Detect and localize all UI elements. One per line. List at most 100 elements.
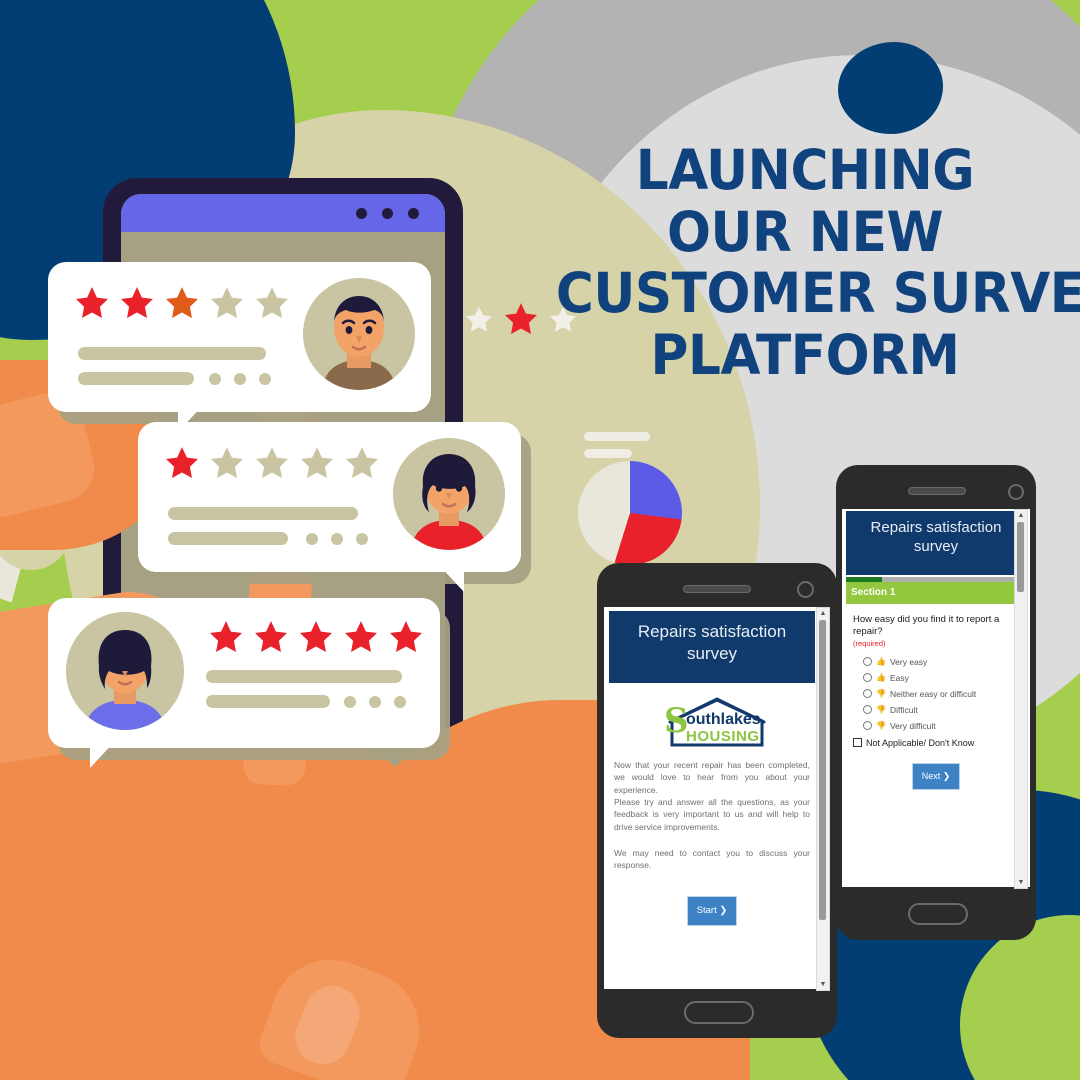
star-icon-empty [211, 447, 243, 479]
dot [306, 533, 318, 545]
dot [344, 696, 356, 708]
start-button[interactable]: Start ❯ [687, 895, 737, 926]
survey-body-right: How easy did you find it to report a rep… [846, 604, 1026, 884]
thumbs-down-icon: 👎 [876, 721, 886, 731]
review-text-bar-2a [168, 507, 358, 520]
star-icon-empty [301, 447, 333, 479]
review-card-3[interactable] [48, 598, 440, 748]
next-button[interactable]: Next ❯ [912, 762, 960, 790]
scroll-down-arrow-icon[interactable]: ▼ [1017, 879, 1025, 886]
phone-camera-icon [1008, 484, 1024, 500]
star-icon-filled [166, 287, 198, 319]
survey-intro-paragraph-1: Now that your recent repair has been com… [614, 760, 810, 795]
avatar-woman-bob-icon [66, 612, 184, 730]
radio-icon[interactable] [863, 657, 872, 667]
logo-word-outhlakes: outhlakes [686, 711, 761, 728]
star-icon-filled [210, 621, 242, 653]
dot [259, 373, 271, 385]
phone-home-button[interactable] [684, 1001, 754, 1024]
avatar-man [303, 278, 415, 390]
survey-option-very-difficult[interactable]: 👎 Very difficult [863, 721, 1019, 731]
star-icon-filled [76, 287, 108, 319]
dot [209, 373, 221, 385]
review-card-2[interactable] [138, 422, 521, 572]
checkbox-icon[interactable] [853, 738, 862, 748]
radio-icon[interactable] [863, 705, 872, 715]
survey-required-label: (required) [853, 638, 886, 648]
review-dots-1 [209, 373, 271, 385]
rating-stars-2 [162, 444, 382, 482]
dot [234, 373, 246, 385]
avatar-man-icon [303, 278, 415, 390]
dot [331, 533, 343, 545]
review-text-bar-3b [206, 695, 330, 708]
thumbs-up-icon: 👍 [876, 657, 886, 667]
center-phone-mockup: Repairs satisfaction survey S outhlakes … [597, 563, 837, 1038]
survey-question: How easy did you find it to report a rep… [853, 614, 1000, 637]
logo-letter-s: S [664, 701, 689, 741]
right-phone-screen: Repairs satisfaction survey Section 1 Ho… [842, 509, 1030, 889]
right-phone-mockup: Repairs satisfaction survey Section 1 Ho… [836, 465, 1036, 940]
star-icon-filled [390, 621, 422, 653]
survey-section-label: Section 1 [846, 582, 1026, 604]
survey-option-label: Very easy [889, 656, 928, 667]
headline-line-3: CUSTOMER SURVEY [555, 261, 1080, 326]
survey-checkbox-label: Not Applicable/ Don't Know [866, 737, 975, 748]
review-text-bar-1a [78, 347, 266, 360]
survey-option-very-easy[interactable]: 👍 Very easy [863, 657, 1019, 667]
center-phone-screen: Repairs satisfaction survey S outhlakes … [604, 607, 830, 991]
scroll-thumb[interactable] [1017, 522, 1024, 592]
center-phone-scrollbar[interactable]: ▲ ▼ [816, 607, 830, 991]
scroll-thumb[interactable] [819, 620, 826, 920]
survey-title-line1-right: Repairs satisfaction [870, 519, 1002, 536]
star-icon-white [465, 306, 493, 332]
star-icon-filled [255, 621, 287, 653]
survey-header-right: Repairs satisfaction survey [846, 511, 1026, 575]
phone-home-button[interactable] [908, 903, 968, 925]
star-icon-empty [211, 287, 243, 319]
survey-intro-paragraph-2: Please try and answer all the questions,… [614, 796, 810, 832]
page-title: LAUNCHING OUR NEW CUSTOMER SURVEY PLATFO… [540, 139, 1080, 387]
survey-option-label: Neither easy or difficult [889, 688, 977, 699]
dot [356, 533, 368, 545]
star-icon-filled [345, 621, 377, 653]
southlakes-housing-logo: S outhlakes HOUSING [662, 695, 772, 751]
survey-title-line1-center: Repairs satisfaction [637, 622, 787, 641]
survey-title-line2-center: survey [686, 644, 738, 664]
survey-option-difficult[interactable]: 👎 Difficult [863, 705, 1019, 715]
headline-line-2: OUR NEW [666, 199, 944, 264]
scroll-up-arrow-icon[interactable]: ▲ [1017, 512, 1025, 519]
review-card-1[interactable] [48, 262, 431, 412]
survey-option-not-applicable[interactable]: Not Applicable/ Don't Know [853, 738, 1019, 748]
review-text-bar-3a [206, 670, 402, 683]
star-icon-empty [256, 287, 288, 319]
survey-intro-paragraph-3: We may need to contact you to discuss yo… [614, 847, 810, 871]
scroll-down-arrow-icon[interactable]: ▼ [819, 981, 827, 988]
review-dots-3 [344, 696, 406, 708]
star-icon-filled [166, 447, 198, 479]
phone-camera-icon [797, 581, 814, 598]
review-card-3-tail [90, 740, 116, 768]
rating-stars-3 [206, 618, 426, 656]
star-icon-empty [346, 447, 378, 479]
survey-header-center: Repairs satisfaction survey [609, 611, 815, 683]
radio-icon[interactable] [863, 721, 872, 731]
star-icon-red [505, 303, 537, 335]
review-text-bar-1b [78, 372, 194, 385]
headline-line-4: PLATFORM [650, 322, 960, 387]
thumbs-up-icon: 👍 [876, 673, 886, 683]
thumbs-down-icon: 👎 [876, 689, 886, 699]
radio-icon[interactable] [863, 673, 872, 683]
phone-speaker [908, 487, 966, 495]
avatar-woman-curly-icon [393, 438, 505, 550]
survey-option-label: Very difficult [889, 720, 936, 731]
radio-icon[interactable] [863, 689, 872, 699]
right-phone-scrollbar[interactable]: ▲ ▼ [1014, 509, 1028, 889]
review-dots-2 [306, 533, 368, 545]
survey-title-line2-right: survey [913, 537, 959, 555]
review-text-bar-2b [168, 532, 288, 545]
survey-option-neither[interactable]: 👎 Neither easy or difficult [863, 689, 1019, 699]
survey-option-easy[interactable]: 👍 Easy [863, 673, 1019, 683]
scroll-up-arrow-icon[interactable]: ▲ [819, 610, 827, 617]
review-card-2-tail [438, 564, 464, 592]
